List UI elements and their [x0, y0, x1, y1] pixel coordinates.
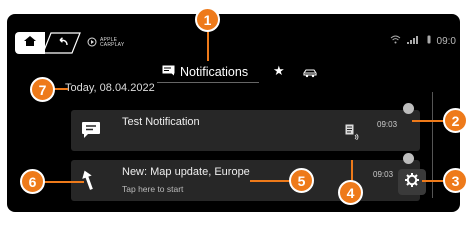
notification-subtitle: Tap here to start	[122, 184, 184, 194]
notification-time: 09:03	[373, 170, 394, 179]
scrollbar[interactable]	[432, 92, 433, 198]
car-icon	[303, 65, 317, 82]
back-arrow-icon	[55, 34, 69, 52]
back-button[interactable]	[43, 32, 81, 54]
callout-4: 4	[338, 180, 363, 205]
carplay-label: APPLE CARPLAY	[100, 37, 125, 48]
home-button[interactable]	[15, 32, 45, 54]
callout-5: 5	[289, 168, 314, 193]
date-header: Today, 08.04.2022	[65, 82, 155, 94]
notification-item[interactable]: Test Notification 09:03	[71, 110, 420, 151]
scroll-knob[interactable]	[403, 103, 414, 114]
callout-1: 1	[195, 7, 220, 32]
callout-7: 7	[30, 77, 55, 102]
home-icon	[23, 34, 37, 52]
status-bar: APPLE CARPLAY 09:0	[7, 32, 460, 54]
callout-leader-1	[207, 31, 209, 61]
clock-time: 09:0	[436, 35, 456, 47]
message-icon	[81, 121, 101, 144]
notification-title: Test Notification	[122, 116, 200, 128]
active-tab-indicator	[157, 82, 259, 83]
callout-3: 3	[443, 168, 468, 193]
notification-tabs: Notifications ★	[7, 62, 460, 84]
tab-notifications[interactable]: Notifications	[162, 62, 257, 82]
callout-6: 6	[20, 169, 45, 194]
notification-item[interactable]: New: Map update, Europe Tap here to star…	[71, 160, 420, 201]
callout-leader-7	[54, 88, 68, 90]
callout-leader-3	[422, 180, 444, 182]
callout-leader-4	[351, 160, 353, 182]
tab-vehicle[interactable]	[303, 65, 317, 83]
read-aloud-icon[interactable]	[345, 124, 359, 145]
callout-leader-6	[44, 181, 84, 183]
callout-leader-5	[250, 180, 290, 182]
notification-time: 09:03	[377, 120, 398, 129]
gear-icon	[404, 172, 420, 193]
wifi-icon	[390, 35, 401, 47]
notification-title: New: Map update, Europe	[122, 166, 250, 178]
star-icon: ★	[273, 63, 285, 78]
callout-2: 2	[443, 108, 468, 133]
callout-leader-2	[412, 120, 444, 122]
carplay-icon	[87, 34, 97, 52]
carplay-button[interactable]: APPLE CARPLAY	[87, 34, 126, 52]
signal-icon	[406, 35, 421, 47]
phone-icon	[427, 35, 431, 47]
tab-notifications-label: Notifications	[180, 65, 249, 79]
notification-settings-button[interactable]	[398, 169, 426, 195]
scroll-knob[interactable]	[403, 153, 414, 164]
notifications-icon	[162, 65, 176, 79]
status-indicators: 09:0	[390, 35, 456, 47]
tab-favorites[interactable]: ★	[273, 63, 285, 79]
